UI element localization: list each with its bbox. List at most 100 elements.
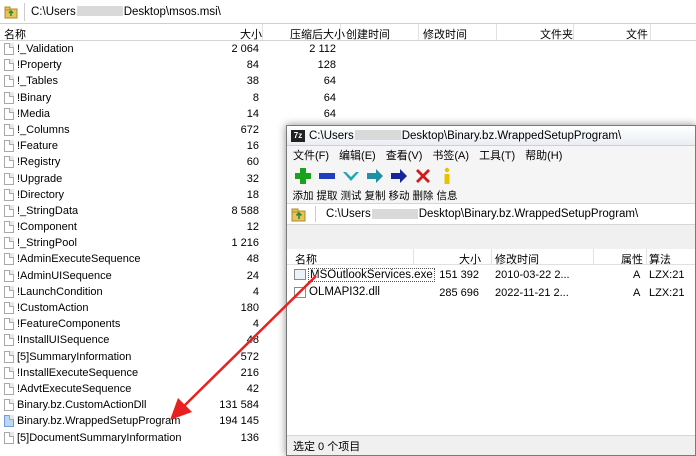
column-name[interactable]: 名称 bbox=[295, 251, 317, 267]
packed-size: 2 112 bbox=[309, 43, 336, 55]
file-name: [5]DocumentSummaryInformation bbox=[17, 431, 182, 444]
file-icon bbox=[4, 156, 14, 169]
background-address-path[interactable]: C:\Users Desktop\msos.msi\ bbox=[31, 6, 221, 18]
menu-help[interactable]: 帮助(H) bbox=[525, 147, 562, 163]
file-size: 32 bbox=[246, 172, 259, 185]
file-name: !Media bbox=[17, 107, 51, 120]
list-item[interactable]: MSOutlookServices.exe 151 392 2010-03-22… bbox=[287, 267, 695, 283]
delete-button[interactable]: 删除 bbox=[411, 166, 435, 203]
file-size: 131 584 bbox=[219, 399, 259, 412]
column-attributes[interactable]: 属性 bbox=[621, 251, 643, 267]
column-modified[interactable]: 修改时间 bbox=[423, 26, 467, 42]
file-size: 2 064 bbox=[231, 43, 259, 55]
archive-file-list: 名称 大小 修改时间 属性 算法 MSOutlookServices.exe 1… bbox=[287, 249, 695, 435]
table-row[interactable]: !_Validation 2 064 2 112 bbox=[0, 41, 696, 57]
packed-size: 64 bbox=[323, 107, 336, 120]
folder-up-icon[interactable] bbox=[4, 5, 18, 19]
status-bar: 选定 0 个项目 bbox=[287, 435, 695, 455]
background-address-bar[interactable]: C:\Users Desktop\msos.msi\ bbox=[0, 0, 696, 24]
table-row[interactable]: !_Tables 38 64 bbox=[0, 73, 696, 89]
packed-size: 128 bbox=[317, 59, 336, 72]
menu-bookmarks[interactable]: 书签(A) bbox=[432, 147, 469, 163]
file-icon bbox=[4, 382, 14, 395]
toolbar: 添加 提取 测试 复制 移动 删除 信息 bbox=[287, 164, 695, 204]
column-packed-size[interactable]: 压缩后大小 bbox=[290, 26, 345, 42]
info-button[interactable]: 信息 bbox=[435, 166, 459, 203]
file-name: !_StringPool bbox=[17, 237, 77, 250]
file-name: !Property bbox=[17, 59, 62, 72]
folder-up-icon[interactable] bbox=[291, 206, 307, 222]
file-icon bbox=[4, 415, 14, 428]
minus-icon bbox=[319, 173, 335, 179]
column-method[interactable]: 算法 bbox=[649, 251, 671, 267]
file-size: 18 bbox=[246, 188, 259, 201]
test-button[interactable]: 测试 bbox=[339, 166, 363, 203]
menu-tools[interactable]: 工具(T) bbox=[479, 147, 515, 163]
file-name: !InstallExecuteSequence bbox=[17, 366, 139, 379]
exe-file-icon bbox=[294, 269, 306, 280]
archive-address-path[interactable]: C:\Users Desktop\Binary.bz.WrappedSetupPr… bbox=[326, 208, 638, 220]
column-created[interactable]: 创建时间 bbox=[346, 26, 390, 42]
file-size: 194 145 bbox=[219, 415, 259, 428]
column-size[interactable]: 大小 bbox=[459, 251, 481, 267]
add-button[interactable]: 添加 bbox=[291, 166, 315, 203]
packed-size: 64 bbox=[323, 75, 336, 88]
file-name: !_Validation bbox=[17, 43, 74, 55]
file-icon bbox=[4, 123, 14, 136]
file-icon bbox=[4, 350, 14, 363]
move-button[interactable]: 移动 bbox=[387, 166, 411, 203]
file-name: !AdminExecuteSequence bbox=[17, 253, 141, 266]
file-icon bbox=[4, 237, 14, 250]
arrow-right-icon bbox=[391, 169, 407, 183]
file-icon bbox=[4, 366, 14, 379]
file-size: 4 bbox=[252, 318, 259, 331]
file-icon bbox=[4, 302, 14, 314]
file-icon bbox=[4, 285, 14, 298]
file-icon bbox=[4, 269, 14, 282]
check-icon bbox=[343, 172, 359, 181]
table-row[interactable]: !Property 84 128 bbox=[0, 57, 696, 73]
file-size: 8 bbox=[252, 91, 259, 104]
column-name[interactable]: 名称 bbox=[4, 26, 26, 42]
menu-view[interactable]: 查看(V) bbox=[386, 147, 423, 163]
separator bbox=[315, 206, 316, 222]
archive-address-bar[interactable]: C:\Users Desktop\Binary.bz.WrappedSetupPr… bbox=[287, 204, 695, 225]
file-icon bbox=[4, 140, 14, 153]
column-modified[interactable]: 修改时间 bbox=[495, 251, 539, 267]
plus-icon bbox=[295, 168, 311, 184]
file-name: !InstallUISequence bbox=[17, 334, 110, 347]
file-size: 42 bbox=[246, 382, 259, 395]
copy-button[interactable]: 复制 bbox=[363, 166, 387, 203]
file-size: 672 bbox=[240, 123, 259, 136]
menu-edit[interactable]: 编辑(E) bbox=[339, 147, 376, 163]
file-name: Binary.bz.WrappedSetupProgram bbox=[17, 415, 181, 428]
file-name: !FeatureComponents bbox=[17, 318, 121, 331]
file-size: 60 bbox=[246, 156, 259, 169]
file-icon bbox=[4, 204, 14, 217]
column-file[interactable]: 文件 bbox=[626, 26, 648, 42]
separator bbox=[24, 2, 25, 21]
file-name: !_Columns bbox=[17, 123, 70, 136]
list-item[interactable]: OLMAPI32.dll 285 696 2022-11-21 2... A L… bbox=[287, 285, 695, 301]
column-folder[interactable]: 文件夹 bbox=[540, 26, 573, 42]
file-icon bbox=[4, 43, 14, 55]
menu-file[interactable]: 文件(F) bbox=[293, 147, 329, 163]
file-name: !AdvtExecuteSequence bbox=[17, 382, 132, 395]
archive-column-header: 名称 大小 修改时间 属性 算法 bbox=[287, 249, 695, 267]
file-size: 84 bbox=[246, 59, 259, 72]
file-size: 14 bbox=[246, 107, 259, 120]
file-size: 48 bbox=[246, 253, 259, 266]
file-icon bbox=[4, 318, 14, 331]
table-row[interactable]: !Media 14 64 bbox=[0, 106, 696, 122]
file-name: !_StringData bbox=[17, 204, 79, 217]
file-name: Binary.bz.CustomActionDll bbox=[17, 399, 147, 412]
file-icon bbox=[4, 59, 14, 72]
column-size[interactable]: 大小 bbox=[240, 26, 262, 42]
extract-button[interactable]: 提取 bbox=[315, 166, 339, 203]
toolbar-gap bbox=[287, 225, 695, 249]
table-row[interactable]: !Binary 8 64 bbox=[0, 90, 696, 106]
title-bar[interactable]: 7z C:\Users Desktop\Binary.bz.WrappedSetu… bbox=[287, 126, 695, 146]
file-name: !Binary bbox=[17, 91, 52, 104]
double-arrow-icon bbox=[367, 169, 383, 183]
7zip-logo-icon: 7z bbox=[291, 129, 305, 142]
